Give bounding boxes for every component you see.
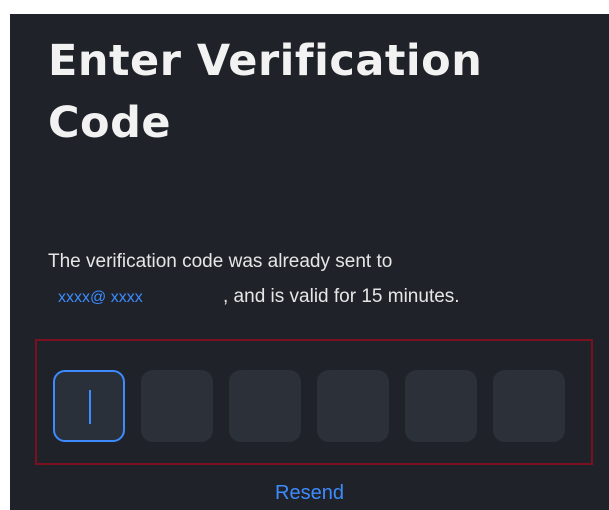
verification-description: The verification code was already sent t… [48, 248, 588, 312]
text-caret [89, 390, 91, 424]
description-line-2: xxxx@ xxxx , and is valid for 15 minutes. [48, 283, 588, 312]
verification-screen: Enter Verification Code The verification… [10, 14, 609, 510]
description-line-1: The verification code was already sent t… [48, 251, 393, 272]
code-digit-1[interactable] [53, 370, 125, 442]
description-suffix: , and is valid for 15 minutes. [223, 286, 460, 307]
code-digits-row [53, 370, 565, 442]
email-address: xxxx@ xxxx [58, 289, 143, 306]
code-digit-6[interactable] [493, 370, 565, 442]
code-digit-2[interactable] [141, 370, 213, 442]
code-digit-4[interactable] [317, 370, 389, 442]
code-input-group [35, 339, 593, 465]
resend-button[interactable]: Resend [10, 480, 609, 506]
code-digit-5[interactable] [405, 370, 477, 442]
page-title: Enter Verification Code [48, 36, 483, 148]
code-digit-3[interactable] [229, 370, 301, 442]
